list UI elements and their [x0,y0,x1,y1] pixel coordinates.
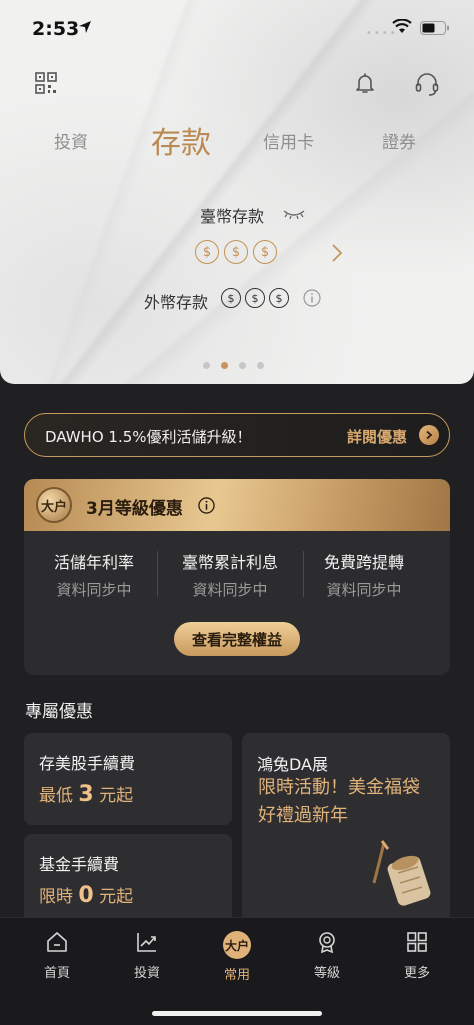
promo-new-year-event[interactable]: 鴻兔DA展 限時活動！美金福袋 好禮過新年 [242,733,450,924]
tab-securities[interactable]: 證券 [382,128,416,153]
dawho-medal-icon: 大户 [36,487,72,523]
page-dot [203,362,210,369]
badge-icon [319,932,335,954]
coin-icon: $ [253,240,277,264]
home-indicator[interactable] [152,1011,322,1016]
stat-label: 免費跨提轉 [323,553,404,572]
section-title: 專屬優惠 [25,702,93,722]
view-full-benefits-button[interactable]: 查看完整權益 [174,622,300,656]
promo-line-1: 限時活動！美金福袋 [258,777,420,798]
stat-value: 資料同步中 [56,581,132,599]
stat-value: 資料同步中 [192,581,268,599]
info-icon[interactable] [303,289,321,307]
level-header: 大户 3月等級優惠 [24,479,450,531]
twd-deposit-label: 臺幣存款 [200,207,265,226]
coin-icon: $ [269,288,289,308]
page-dot [239,362,246,369]
info-icon[interactable] [198,497,215,514]
promo-fund-fee[interactable]: 基金手續費 限時 0 元起 [24,834,232,924]
status-time: 2:53 [32,18,80,40]
status-bar: 2:53 •••• [0,0,474,58]
lucky-bag-illustration [372,840,431,906]
promo-title: 鴻兔DA展 [257,755,328,774]
page-dot-active [221,362,228,369]
promo-title: 基金手續費 [39,855,120,874]
chart-icon [137,933,156,952]
banner-text: DAWHO 1.5%優利活儲升級！ [45,428,252,446]
battery-icon [420,21,449,35]
tab-deposit[interactable]: 存款 [151,118,211,162]
arrow-right-icon[interactable] [419,425,439,445]
eye-closed-icon[interactable] [282,209,306,219]
twd-balance-masked: $ $ $ [195,240,277,264]
level-benefits-card: 大户 3月等級優惠 活儲年利率 資料同步中 臺幣累計利息 資料同步中 免費跨提轉… [24,479,450,675]
promo-us-stock-fee[interactable]: 存美股手續費 最低 3 元起 [24,733,232,825]
coin-icon: $ [224,240,248,264]
level-title: 3月等級優惠 [86,499,183,519]
headset-icon[interactable] [414,71,440,97]
home-icon [47,932,67,952]
coin-icon: $ [245,288,265,308]
page-indicator [203,362,264,369]
page-dot [257,362,264,369]
stat-accrued-interest: 臺幣累計利息 資料同步中 [160,549,300,600]
coin-icon: $ [195,240,219,264]
grid-icon [407,932,427,952]
location-arrow-icon [79,21,91,33]
fx-balance-masked: $ $ $ [221,288,289,308]
stat-savings-rate: 活儲年利率 資料同步中 [24,549,164,600]
stat-value: 資料同步中 [326,581,402,599]
promo-line-2: 好禮過新年 [258,805,348,826]
tab-more[interactable]: 更多 [387,930,447,981]
bottom-tab-bar: 首頁 投資 大户 常用 等級 更多 [0,917,474,1025]
promo-subtitle: 限時 0 元起 [39,883,134,908]
stat-label: 活儲年利率 [53,553,134,572]
bell-icon[interactable] [353,71,377,95]
tab-home[interactable]: 首頁 [27,930,87,981]
stat-free-transfers: 免費跨提轉 資料同步中 [294,549,434,600]
deposit-summary-card: 2:53 •••• 投資 存款 信用卡 證券 臺幣存款 $ $ $ 外幣存款 $… [0,0,474,384]
tab-label: 等級 [313,966,340,981]
banner-detail-link[interactable]: 詳閱優惠 [347,426,407,447]
fx-deposit-label: 外幣存款 [144,293,209,312]
promo-banner[interactable]: DAWHO 1.5%優利活儲升級！ 詳閱優惠 [24,413,450,457]
wifi-icon [392,19,412,33]
chevron-right-icon[interactable] [331,243,343,263]
tab-credit-card[interactable]: 信用卡 [263,128,314,153]
tab-invest[interactable]: 投資 [117,930,177,981]
coin-icon: $ [221,288,241,308]
tab-label: 投資 [133,966,160,981]
promo-subtitle: 最低 3 元起 [39,782,134,807]
svg-text:大户: 大户 [225,938,249,953]
tab-label: 常用 [223,968,250,983]
tab-label: 首頁 [43,966,70,981]
tab-label: 更多 [403,966,430,981]
stat-label: 臺幣累計利息 [181,553,278,572]
dawho-logo-icon: 大户 [223,931,251,959]
promo-title: 存美股手續費 [39,754,136,773]
tab-investment[interactable]: 投資 [54,128,88,153]
tab-common[interactable]: 大户 常用 [207,930,267,983]
qr-code-icon[interactable] [35,72,57,94]
divider [157,551,158,597]
tab-level[interactable]: 等級 [297,930,357,981]
